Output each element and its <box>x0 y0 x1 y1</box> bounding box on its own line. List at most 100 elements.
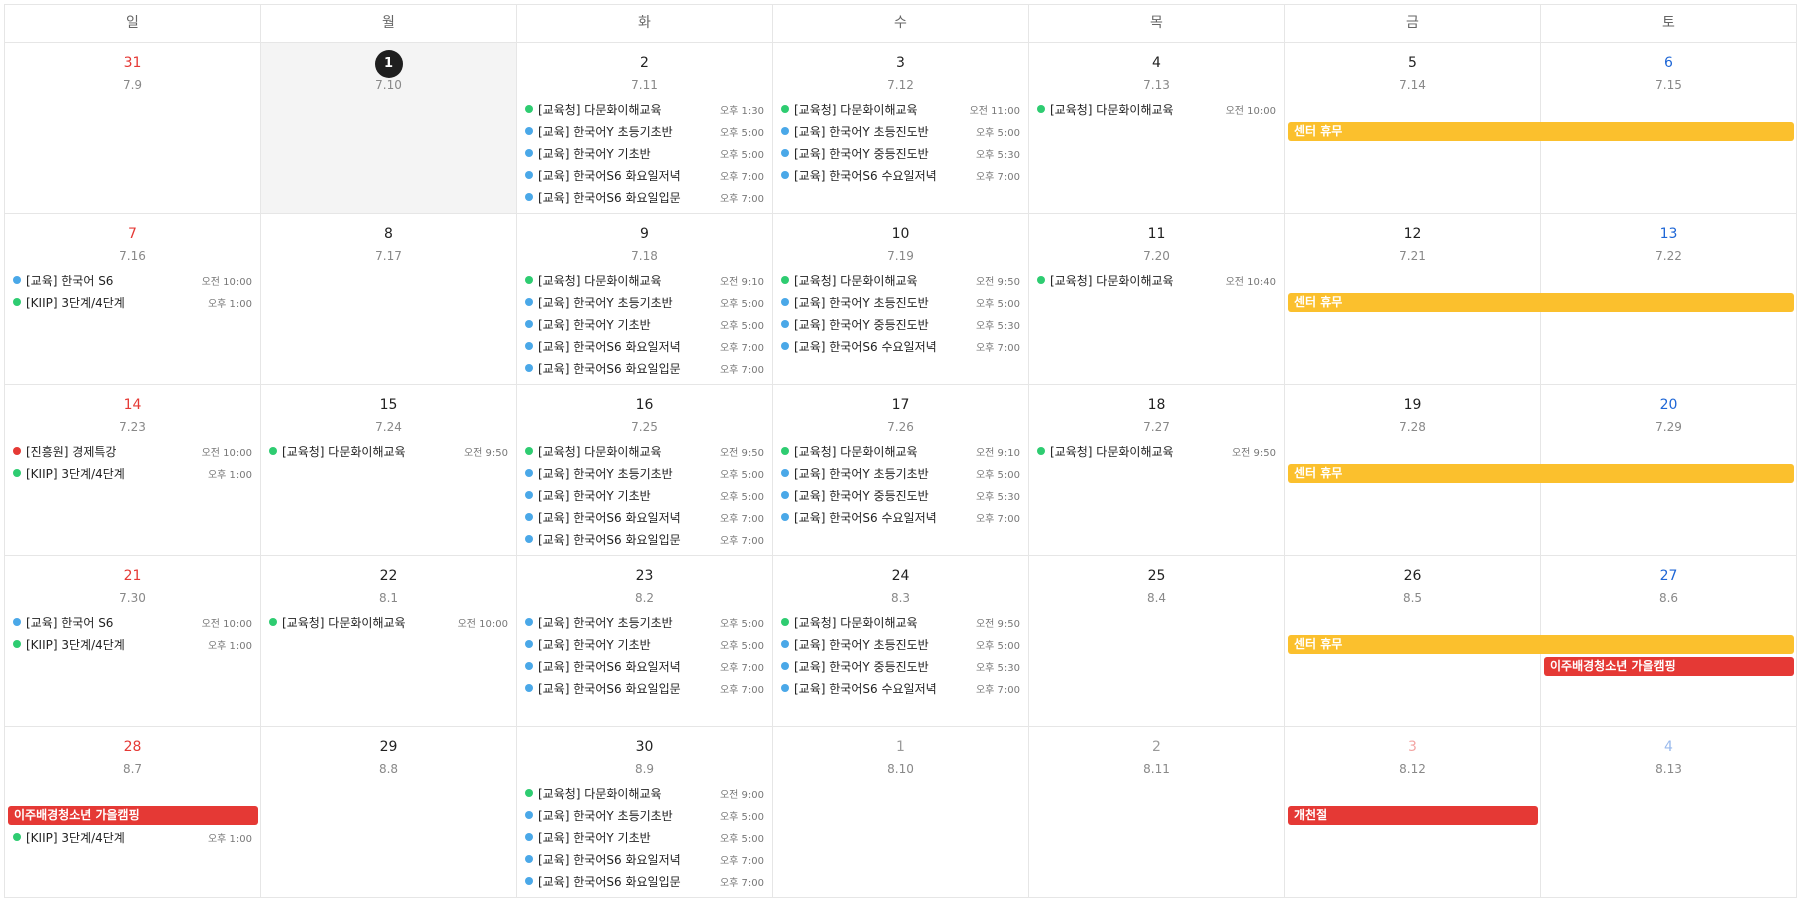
lunar-date: 7.16 <box>119 249 146 263</box>
event-dot-icon <box>781 127 789 135</box>
event-time: 오전 9:50 <box>719 447 764 459</box>
all-day-event-bar[interactable]: 센터 휴무 <box>1288 635 1794 654</box>
event-title: [교육] 한국어 S6 <box>26 615 114 630</box>
event-item[interactable]: [교육] 한국어Y 초등기초반 오후 5:00 <box>517 611 772 633</box>
event-item[interactable]: [교육] 한국어Y 기초반 오후 5:00 <box>517 313 772 335</box>
day-number: 1 <box>261 49 516 78</box>
day-cell[interactable]: 30 8.9 [교육청] 다문화이해교육 오전 9:00 [교육] 한국어Y 초등기초반… <box>517 727 773 898</box>
event-item[interactable]: [교육] 한국어S6 화요일입문 오후 7:00 <box>517 357 772 379</box>
event-item[interactable]: [교육] 한국어Y 기초반 오후 5:00 <box>517 826 772 848</box>
event-item[interactable]: [교육청] 다문화이해교육 오전 9:00 <box>517 782 772 804</box>
day-cell[interactable]: 1 8.10 <box>773 727 1029 898</box>
event-item[interactable]: [교육] 한국어Y 초등기초반 오후 5:00 <box>517 462 772 484</box>
day-cell[interactable]: 14 7.23 [진흥원] 경제특강 오전 10:00 [KIIP] 3단계/4단계 오후… <box>5 385 261 556</box>
all-day-event-bar[interactable]: 센터 휴무 <box>1288 293 1794 312</box>
event-item[interactable]: [교육청] 다문화이해교육 오전 9:50 <box>517 440 772 462</box>
event-item[interactable]: [교육] 한국어S6 화요일저녁 오후 7:00 <box>517 335 772 357</box>
lunar-date: 8.11 <box>1143 762 1170 776</box>
day-cell[interactable]: 4 7.13 [교육청] 다문화이해교육 오전 10:00 <box>1029 43 1285 214</box>
day-cell[interactable]: 16 7.25 [교육청] 다문화이해교육 오전 9:50 [교육] 한국어Y 초등기초… <box>517 385 773 556</box>
event-item[interactable]: [교육] 한국어Y 중등진도반 오후 5:30 <box>773 484 1028 506</box>
day-cell[interactable]: 21 7.30 [교육] 한국어 S6 오전 10:00 [KIIP] 3단계/4단계 오… <box>5 556 261 727</box>
event-item[interactable]: [교육청] 다문화이해교육 오전 9:50 <box>261 440 516 462</box>
weekday-label: 화 <box>517 5 773 43</box>
all-day-event-bar[interactable]: 이주배경청소년 가을캠핑 <box>8 806 258 825</box>
event-item[interactable]: [KIIP] 3단계/4단계 오후 1:00 <box>5 462 260 484</box>
day-cell[interactable]: 3 7.12 [교육청] 다문화이해교육 오전 11:00 [교육] 한국어Y 초등진도… <box>773 43 1029 214</box>
lunar-date: 8.10 <box>887 762 914 776</box>
event-item[interactable]: [교육] 한국어S6 화요일입문 오후 7:00 <box>517 677 772 699</box>
weekday-label: 토 <box>1541 5 1797 43</box>
all-day-event-bar[interactable]: 센터 휴무 <box>1288 122 1794 141</box>
event-item[interactable]: [교육청] 다문화이해교육 오전 10:00 <box>261 611 516 633</box>
day-cell[interactable]: 18 7.27 [교육청] 다문화이해교육 오전 9:50 <box>1029 385 1285 556</box>
event-item[interactable]: [교육청] 다문화이해교육 오전 9:10 <box>517 269 772 291</box>
day-cell[interactable]: 9 7.18 [교육청] 다문화이해교육 오전 9:10 [교육] 한국어Y 초등기초반… <box>517 214 773 385</box>
event-item[interactable]: [교육] 한국어Y 초등진도반 오후 5:00 <box>773 633 1028 655</box>
event-item[interactable]: [교육청] 다문화이해교육 오전 9:50 <box>773 269 1028 291</box>
day-cell[interactable]: 31 7.9 <box>5 43 261 214</box>
day-cell[interactable]: 23 8.2 [교육] 한국어Y 초등기초반 오후 5:00 [교육] 한국어Y 기초반… <box>517 556 773 727</box>
all-day-event-bar[interactable]: 센터 휴무 <box>1288 464 1794 483</box>
day-cell[interactable]: 29 8.8 <box>261 727 517 898</box>
event-item[interactable]: [교육] 한국어S6 수요일저녁 오후 7:00 <box>773 335 1028 357</box>
day-cell[interactable]: 10 7.19 [교육청] 다문화이해교육 오전 9:50 [교육] 한국어Y 초등진도… <box>773 214 1029 385</box>
event-item[interactable]: [교육] 한국어S6 수요일저녁 오후 7:00 <box>773 506 1028 528</box>
event-item[interactable]: [진흥원] 경제특강 오전 10:00 <box>5 440 260 462</box>
event-item[interactable]: [교육] 한국어Y 초등진도반 오후 5:00 <box>773 120 1028 142</box>
event-item[interactable]: [교육] 한국어Y 초등기초반 오후 5:00 <box>517 291 772 313</box>
event-item[interactable]: [교육] 한국어 S6 오전 10:00 <box>5 611 260 633</box>
event-title: [교육] 한국어S6 수요일저녁 <box>794 510 937 525</box>
day-cell[interactable]: 2 8.11 <box>1029 727 1285 898</box>
event-item[interactable]: [교육] 한국어Y 초등기초반 오후 5:00 <box>517 120 772 142</box>
event-dot-icon <box>1037 105 1045 113</box>
lunar-date: 7.30 <box>119 591 146 605</box>
event-item[interactable]: [KIIP] 3단계/4단계 오후 1:00 <box>5 826 260 848</box>
event-item[interactable]: [교육] 한국어Y 중등진도반 오후 5:30 <box>773 313 1028 335</box>
event-item[interactable]: [교육] 한국어S6 화요일저녁 오후 7:00 <box>517 506 772 528</box>
event-title: [교육] 한국어Y 기초반 <box>538 637 651 652</box>
event-list: [교육청] 다문화이해교육 오전 9:50 [교육] 한국어Y 초등진도반 오후 5:… <box>773 611 1028 699</box>
day-cell[interactable]: 15 7.24 [교육청] 다문화이해교육 오전 9:50 <box>261 385 517 556</box>
day-cell[interactable]: 4 8.13 <box>1541 727 1797 898</box>
event-item[interactable]: [교육] 한국어Y 기초반 오후 5:00 <box>517 633 772 655</box>
event-item[interactable]: [교육] 한국어S6 화요일입문 오후 7:00 <box>517 528 772 550</box>
day-cell[interactable]: 17 7.26 [교육청] 다문화이해교육 오전 9:10 [교육] 한국어Y 초등기초… <box>773 385 1029 556</box>
event-item[interactable]: [교육] 한국어Y 초등기초반 오후 5:00 <box>773 462 1028 484</box>
event-item[interactable]: [KIIP] 3단계/4단계 오후 1:00 <box>5 291 260 313</box>
event-item[interactable]: [교육] 한국어S6 화요일입문 오후 7:00 <box>517 870 772 892</box>
day-cell[interactable]: 25 8.4 <box>1029 556 1285 727</box>
event-item[interactable]: [교육청] 다문화이해교육 오전 9:50 <box>773 611 1028 633</box>
event-item[interactable]: [교육] 한국어Y 중등진도반 오후 5:30 <box>773 142 1028 164</box>
event-item[interactable]: [교육] 한국어S6 화요일입문 오후 7:00 <box>517 186 772 208</box>
day-cell[interactable]: 8 7.17 <box>261 214 517 385</box>
event-item[interactable]: [교육] 한국어Y 초등진도반 오후 5:00 <box>773 291 1028 313</box>
event-time: 오후 5:00 <box>719 149 764 161</box>
event-item[interactable]: [교육] 한국어Y 초등기초반 오후 5:00 <box>517 804 772 826</box>
event-item[interactable]: [교육] 한국어S6 화요일저녁 오후 7:00 <box>517 655 772 677</box>
event-item[interactable]: [교육] 한국어S6 수요일저녁 오후 7:00 <box>773 164 1028 186</box>
event-item[interactable]: [교육] 한국어Y 중등진도반 오후 5:30 <box>773 655 1028 677</box>
event-item[interactable]: [교육] 한국어Y 기초반 오후 5:00 <box>517 142 772 164</box>
day-cell-today[interactable]: 1 7.10 <box>261 43 517 214</box>
event-item[interactable]: [교육청] 다문화이해교육 오전 9:50 <box>1029 440 1284 462</box>
event-item[interactable]: [KIIP] 3단계/4단계 오후 1:00 <box>5 633 260 655</box>
day-cell[interactable]: 22 8.1 [교육청] 다문화이해교육 오전 10:00 <box>261 556 517 727</box>
lunar-date: 7.18 <box>631 249 658 263</box>
all-day-event-bar[interactable]: 개천절 <box>1288 806 1538 825</box>
event-item[interactable]: [교육청] 다문화이해교육 오후 1:30 <box>517 98 772 120</box>
event-item[interactable]: [교육청] 다문화이해교육 오전 11:00 <box>773 98 1028 120</box>
event-item[interactable]: [교육] 한국어S6 수요일저녁 오후 7:00 <box>773 677 1028 699</box>
day-cell[interactable]: 7 7.16 [교육] 한국어 S6 오전 10:00 [KIIP] 3단계/4단계 오후… <box>5 214 261 385</box>
event-item[interactable]: [교육] 한국어S6 화요일저녁 오후 7:00 <box>517 164 772 186</box>
event-item[interactable]: [교육청] 다문화이해교육 오전 9:10 <box>773 440 1028 462</box>
event-item[interactable]: [교육청] 다문화이해교육 오전 10:40 <box>1029 269 1284 291</box>
day-cell[interactable]: 2 7.11 [교육청] 다문화이해교육 오후 1:30 [교육] 한국어Y 초등기초반… <box>517 43 773 214</box>
day-cell[interactable]: 24 8.3 [교육청] 다문화이해교육 오전 9:50 [교육] 한국어Y 초등진도반… <box>773 556 1029 727</box>
event-item[interactable]: [교육] 한국어S6 화요일저녁 오후 7:00 <box>517 848 772 870</box>
event-item[interactable]: [교육] 한국어Y 기초반 오후 5:00 <box>517 484 772 506</box>
day-cell[interactable]: 11 7.20 [교육청] 다문화이해교육 오전 10:40 <box>1029 214 1285 385</box>
all-day-event-bar[interactable]: 이주배경청소년 가을캠핑 <box>1544 657 1794 676</box>
event-item[interactable]: [교육청] 다문화이해교육 오전 10:00 <box>1029 98 1284 120</box>
event-item[interactable]: [교육] 한국어 S6 오전 10:00 <box>5 269 260 291</box>
